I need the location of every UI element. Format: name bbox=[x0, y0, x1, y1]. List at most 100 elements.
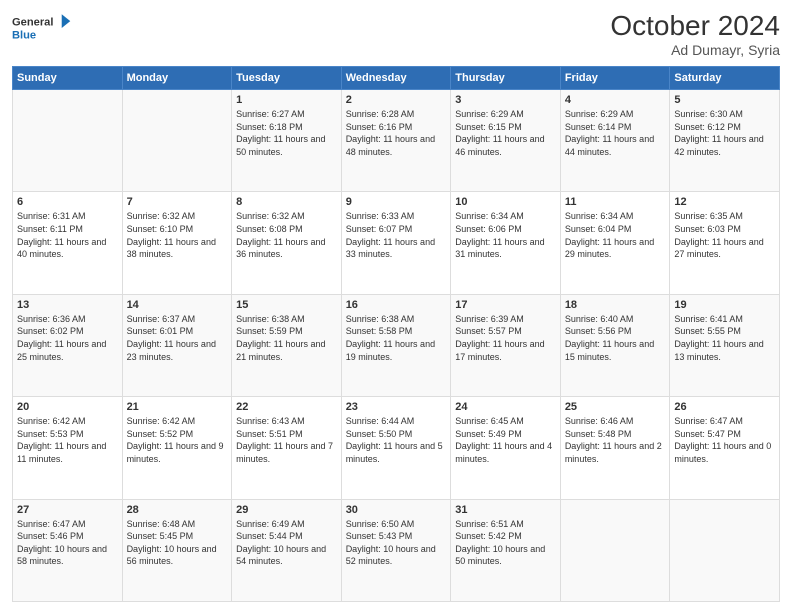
day-info: Sunrise: 6:46 AM Sunset: 5:48 PM Dayligh… bbox=[565, 415, 666, 465]
day-info: Sunrise: 6:47 AM Sunset: 5:46 PM Dayligh… bbox=[17, 518, 118, 568]
day-number: 23 bbox=[346, 401, 447, 413]
day-info: Sunrise: 6:32 AM Sunset: 6:10 PM Dayligh… bbox=[127, 210, 228, 260]
calendar-cell: 26 Sunrise: 6:47 AM Sunset: 5:47 PM Dayli… bbox=[670, 397, 780, 499]
day-info: Sunrise: 6:51 AM Sunset: 5:42 PM Dayligh… bbox=[455, 518, 556, 568]
day-info: Sunrise: 6:35 AM Sunset: 6:03 PM Dayligh… bbox=[674, 210, 775, 260]
day-number: 22 bbox=[236, 401, 337, 413]
calendar-cell: 16 Sunrise: 6:38 AM Sunset: 5:58 PM Dayli… bbox=[341, 294, 451, 396]
month-title: October 2024 bbox=[610, 10, 780, 42]
day-info: Sunrise: 6:42 AM Sunset: 5:52 PM Dayligh… bbox=[127, 415, 228, 465]
day-number: 14 bbox=[127, 299, 228, 311]
day-info: Sunrise: 6:31 AM Sunset: 6:11 PM Dayligh… bbox=[17, 210, 118, 260]
svg-text:General: General bbox=[12, 16, 53, 28]
day-number: 3 bbox=[455, 94, 556, 106]
day-number: 5 bbox=[674, 94, 775, 106]
day-number: 2 bbox=[346, 94, 447, 106]
day-info: Sunrise: 6:30 AM Sunset: 6:12 PM Dayligh… bbox=[674, 108, 775, 158]
day-info: Sunrise: 6:50 AM Sunset: 5:43 PM Dayligh… bbox=[346, 518, 447, 568]
day-number: 30 bbox=[346, 504, 447, 516]
calendar-cell: 23Sunrise: 6:44 AM Sunset: 5:50 PM Dayli… bbox=[341, 397, 451, 499]
day-number: 25 bbox=[565, 401, 666, 413]
day-number: 11 bbox=[565, 196, 666, 208]
calendar-cell: 10 Sunrise: 6:34 AM Sunset: 6:06 PM Dayli… bbox=[451, 192, 561, 294]
weekday-header-tuesday: Tuesday bbox=[232, 67, 342, 90]
calendar-cell: 1 Sunrise: 6:27 AM Sunset: 6:18 PM Daylig… bbox=[232, 90, 342, 192]
day-info: Sunrise: 6:36 AM Sunset: 6:02 PM Dayligh… bbox=[17, 313, 118, 363]
day-number: 24 bbox=[455, 401, 556, 413]
svg-text:Blue: Blue bbox=[12, 29, 36, 41]
calendar-cell: 30 Sunrise: 6:50 AM Sunset: 5:43 PM Dayli… bbox=[341, 499, 451, 601]
day-info: Sunrise: 6:38 AM Sunset: 5:58 PM Dayligh… bbox=[346, 313, 447, 363]
weekday-header-thursday: Thursday bbox=[451, 67, 561, 90]
day-number: 6 bbox=[17, 196, 118, 208]
day-info: Sunrise: 6:41 AM Sunset: 5:55 PM Dayligh… bbox=[674, 313, 775, 363]
calendar-cell: 17 Sunrise: 6:39 AM Sunset: 5:57 PM Dayli… bbox=[451, 294, 561, 396]
day-info: Sunrise: 6:47 AM Sunset: 5:47 PM Dayligh… bbox=[674, 415, 775, 465]
day-number: 4 bbox=[565, 94, 666, 106]
day-number: 27 bbox=[17, 504, 118, 516]
calendar-cell: 28 Sunrise: 6:48 AM Sunset: 5:45 PM Dayli… bbox=[122, 499, 232, 601]
logo: General Blue bbox=[12, 10, 72, 46]
day-info: Sunrise: 6:48 AM Sunset: 5:45 PM Dayligh… bbox=[127, 518, 228, 568]
calendar-cell: 2 Sunrise: 6:28 AM Sunset: 6:16 PM Daylig… bbox=[341, 90, 451, 192]
day-number: 28 bbox=[127, 504, 228, 516]
calendar-cell: 11 Sunrise: 6:34 AM Sunset: 6:04 PM Dayli… bbox=[560, 192, 670, 294]
day-number: 16 bbox=[346, 299, 447, 311]
day-number: 19 bbox=[674, 299, 775, 311]
calendar-cell: 22 Sunrise: 6:43 AM Sunset: 5:51 PM Dayli… bbox=[232, 397, 342, 499]
calendar-cell: 18 Sunrise: 6:40 AM Sunset: 5:56 PM Dayli… bbox=[560, 294, 670, 396]
weekday-header-monday: Monday bbox=[122, 67, 232, 90]
day-info: Sunrise: 6:37 AM Sunset: 6:01 PM Dayligh… bbox=[127, 313, 228, 363]
day-info: Sunrise: 6:39 AM Sunset: 5:57 PM Dayligh… bbox=[455, 313, 556, 363]
calendar-cell: 25 Sunrise: 6:46 AM Sunset: 5:48 PM Dayli… bbox=[560, 397, 670, 499]
calendar-cell: 6 Sunrise: 6:31 AM Sunset: 6:11 PM Daylig… bbox=[13, 192, 123, 294]
day-info: Sunrise: 6:29 AM Sunset: 6:15 PM Dayligh… bbox=[455, 108, 556, 158]
calendar-cell: 27 Sunrise: 6:47 AM Sunset: 5:46 PM Dayli… bbox=[13, 499, 123, 601]
day-number: 18 bbox=[565, 299, 666, 311]
calendar-cell bbox=[560, 499, 670, 601]
day-number: 21 bbox=[127, 401, 228, 413]
day-number: 17 bbox=[455, 299, 556, 311]
day-number: 10 bbox=[455, 196, 556, 208]
calendar-cell: 4 Sunrise: 6:29 AM Sunset: 6:14 PM Daylig… bbox=[560, 90, 670, 192]
day-number: 1 bbox=[236, 94, 337, 106]
day-info: Sunrise: 6:34 AM Sunset: 6:04 PM Dayligh… bbox=[565, 210, 666, 260]
day-number: 31 bbox=[455, 504, 556, 516]
weekday-header-wednesday: Wednesday bbox=[341, 67, 451, 90]
day-number: 12 bbox=[674, 196, 775, 208]
calendar-cell bbox=[122, 90, 232, 192]
day-info: Sunrise: 6:42 AM Sunset: 5:53 PM Dayligh… bbox=[17, 415, 118, 465]
header: General Blue October 2024 Ad Dumayr, Syr… bbox=[12, 10, 780, 58]
weekday-header-saturday: Saturday bbox=[670, 67, 780, 90]
location-subtitle: Ad Dumayr, Syria bbox=[610, 42, 780, 58]
day-number: 15 bbox=[236, 299, 337, 311]
day-info: Sunrise: 6:32 AM Sunset: 6:08 PM Dayligh… bbox=[236, 210, 337, 260]
calendar-cell: 24 Sunrise: 6:45 AM Sunset: 5:49 PM Dayli… bbox=[451, 397, 561, 499]
calendar-cell: 5 Sunrise: 6:30 AM Sunset: 6:12 PM Daylig… bbox=[670, 90, 780, 192]
calendar-cell: 15Sunrise: 6:38 AM Sunset: 5:59 PM Dayli… bbox=[232, 294, 342, 396]
calendar-cell: 12 Sunrise: 6:35 AM Sunset: 6:03 PM Dayli… bbox=[670, 192, 780, 294]
day-number: 7 bbox=[127, 196, 228, 208]
weekday-header-sunday: Sunday bbox=[13, 67, 123, 90]
calendar-cell: 20Sunrise: 6:42 AM Sunset: 5:53 PM Dayli… bbox=[13, 397, 123, 499]
calendar-cell: 31 Sunrise: 6:51 AM Sunset: 5:42 PM Dayli… bbox=[451, 499, 561, 601]
day-info: Sunrise: 6:49 AM Sunset: 5:44 PM Dayligh… bbox=[236, 518, 337, 568]
calendar-cell: 14 Sunrise: 6:37 AM Sunset: 6:01 PM Dayli… bbox=[122, 294, 232, 396]
day-info: Sunrise: 6:29 AM Sunset: 6:14 PM Dayligh… bbox=[565, 108, 666, 158]
day-info: Sunrise: 6:33 AM Sunset: 6:07 PM Dayligh… bbox=[346, 210, 447, 260]
day-number: 26 bbox=[674, 401, 775, 413]
calendar-cell: 8 Sunrise: 6:32 AM Sunset: 6:08 PM Daylig… bbox=[232, 192, 342, 294]
calendar-cell: 13Sunrise: 6:36 AM Sunset: 6:02 PM Dayli… bbox=[13, 294, 123, 396]
day-info: Sunrise: 6:28 AM Sunset: 6:16 PM Dayligh… bbox=[346, 108, 447, 158]
calendar-cell: 3 Sunrise: 6:29 AM Sunset: 6:15 PM Daylig… bbox=[451, 90, 561, 192]
day-info: Sunrise: 6:34 AM Sunset: 6:06 PM Dayligh… bbox=[455, 210, 556, 260]
calendar-cell bbox=[13, 90, 123, 192]
calendar-cell: 19 Sunrise: 6:41 AM Sunset: 5:55 PM Dayli… bbox=[670, 294, 780, 396]
day-number: 8 bbox=[236, 196, 337, 208]
day-info: Sunrise: 6:27 AM Sunset: 6:18 PM Dayligh… bbox=[236, 108, 337, 158]
day-info: Sunrise: 6:40 AM Sunset: 5:56 PM Dayligh… bbox=[565, 313, 666, 363]
logo-icon: General Blue bbox=[12, 10, 72, 46]
day-info: Sunrise: 6:43 AM Sunset: 5:51 PM Dayligh… bbox=[236, 415, 337, 465]
weekday-header-friday: Friday bbox=[560, 67, 670, 90]
day-info: Sunrise: 6:45 AM Sunset: 5:49 PM Dayligh… bbox=[455, 415, 556, 465]
